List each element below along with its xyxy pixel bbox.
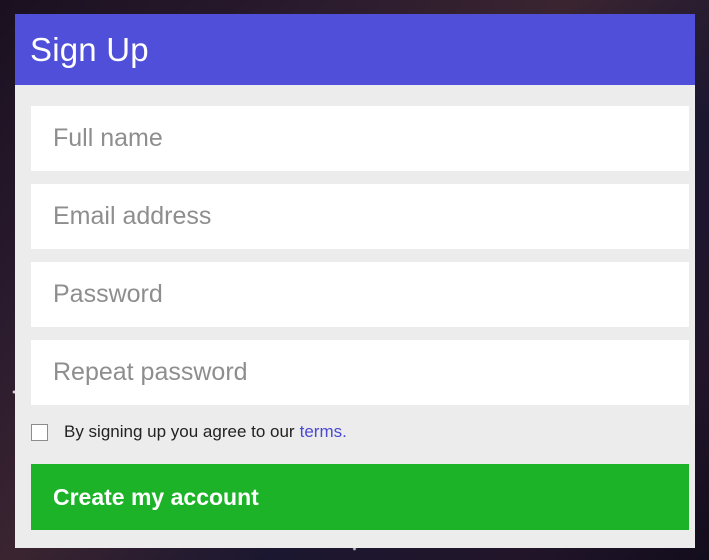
terms-row: By signing up you agree to our terms. — [31, 418, 689, 446]
password-input[interactable] — [31, 262, 689, 327]
terms-link[interactable]: terms. — [300, 422, 347, 441]
terms-checkbox[interactable] — [31, 423, 48, 441]
full-name-input[interactable] — [31, 106, 689, 171]
signup-card: Sign Up By signing up you agree to our te… — [15, 14, 695, 548]
create-account-button[interactable]: Create my account — [31, 464, 689, 530]
terms-label: By signing up you agree to our — [64, 422, 295, 441]
terms-text: By signing up you agree to our terms. — [64, 422, 347, 442]
repeat-password-input[interactable] — [31, 340, 689, 405]
email-input[interactable] — [31, 184, 689, 249]
page-title: Sign Up — [30, 30, 149, 68]
signup-form: By signing up you agree to our terms. Cre… — [15, 85, 695, 530]
signup-header: Sign Up — [15, 14, 695, 85]
